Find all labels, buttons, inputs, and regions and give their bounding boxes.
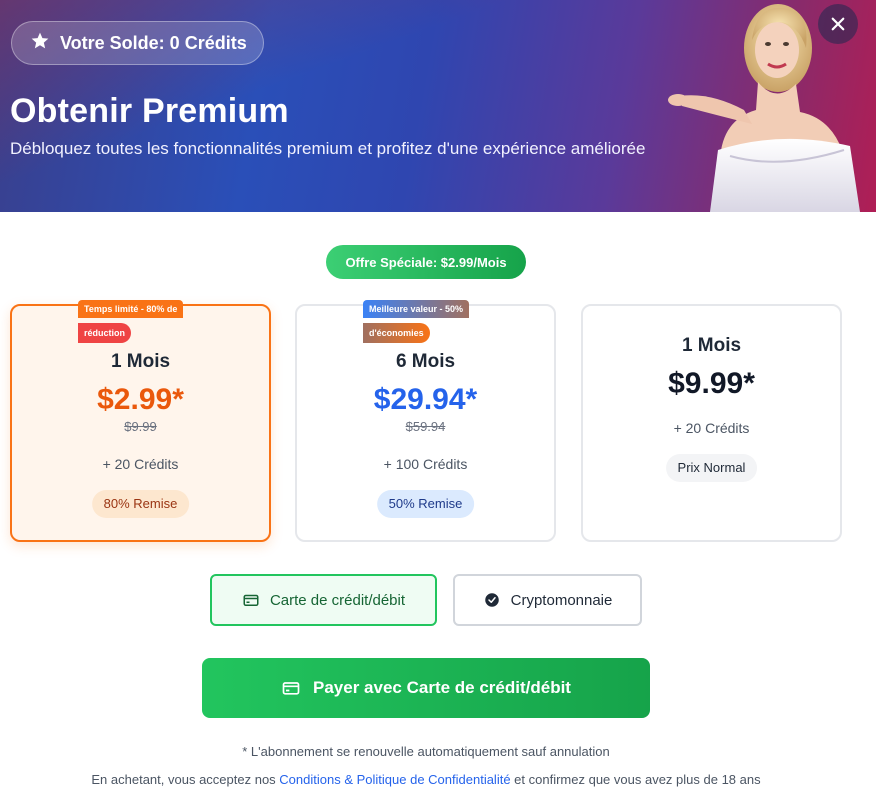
plan-ribbon-line2: d'économies [363, 323, 430, 343]
plan-credits: + 20 Crédits [673, 420, 750, 436]
credit-card-icon [282, 682, 300, 695]
credit-card-icon [243, 594, 259, 606]
plan-card-1-month-discount[interactable]: Temps limité - 80% de réduction 1 Mois $… [10, 300, 271, 542]
plan-price: $9.99* [668, 367, 755, 400]
legal-suffix: et confirmez que vous avez plus de 18 an… [510, 772, 761, 787]
plan-old-price: $59.94 [405, 419, 446, 434]
close-button[interactable] [818, 4, 858, 44]
plan-name: 1 Mois [110, 351, 171, 372]
balance-badge: Votre Solde: 0 Crédits [11, 21, 264, 65]
page-title: Obtenir Premium [10, 92, 289, 130]
plan-credits: + 100 Crédits [383, 456, 468, 472]
payment-method-crypto-label: Cryptomonnaie [510, 591, 613, 609]
plan-name: 1 Mois [681, 335, 742, 356]
page-subtitle: Débloquez toutes les fonctionnalités pre… [10, 139, 646, 158]
pay-button[interactable]: Payer avec Carte de crédit/débit [202, 658, 650, 718]
renewal-footnote: * L'abonnement se renouvelle automatique… [242, 744, 610, 759]
check-circle-icon [484, 593, 499, 607]
plan-ribbon-line2: réduction [78, 323, 132, 343]
close-icon [831, 17, 845, 31]
plan-card-6-months[interactable]: Meilleure valeur - 50% d'économies 6 Moi… [295, 300, 556, 542]
legal-prefix: En achetant, vous acceptez nos [91, 772, 280, 787]
premium-header: Votre Solde: 0 Crédits Obtenir Premium D… [0, 0, 876, 212]
plan-discount-badge: 50% Remise [376, 490, 475, 518]
plan-card-1-month-regular[interactable]: 1 Mois $9.99* + 20 Crédits Prix Normal [581, 304, 842, 542]
plan-regular-badge: Prix Normal [665, 454, 758, 482]
special-offer-badge: Offre Spéciale: $2.99/Mois [326, 245, 526, 279]
payment-method-crypto[interactable]: Cryptomonnaie [453, 574, 642, 626]
terms-privacy-link[interactable]: Conditions & Politique de Confidentialit… [279, 772, 510, 787]
plan-ribbon-line1: Temps limité - 80% de [78, 300, 184, 318]
payment-method-card-label: Carte de crédit/débit [269, 591, 406, 609]
payment-method-card[interactable]: Carte de crédit/débit [210, 574, 437, 626]
plan-old-price: $9.99 [124, 419, 157, 434]
plan-name: 6 Mois [395, 351, 456, 372]
plan-discount-badge: 80% Remise [91, 490, 190, 518]
premium-modal: Votre Solde: 0 Crédits Obtenir Premium D… [0, 0, 876, 812]
legal-notice: En achetant, vous acceptez nos Condition… [0, 772, 852, 787]
pay-button-label: Payer avec Carte de crédit/débit [313, 678, 571, 697]
plan-credits: + 20 Crédits [102, 456, 179, 472]
plan-ribbon-line1: Meilleure valeur - 50% [363, 300, 470, 318]
balance-text: Votre Solde: 0 Crédits [60, 32, 247, 53]
star-icon [30, 31, 50, 56]
plan-price: $2.99* [97, 383, 184, 416]
plan-price: $29.94* [373, 383, 478, 416]
